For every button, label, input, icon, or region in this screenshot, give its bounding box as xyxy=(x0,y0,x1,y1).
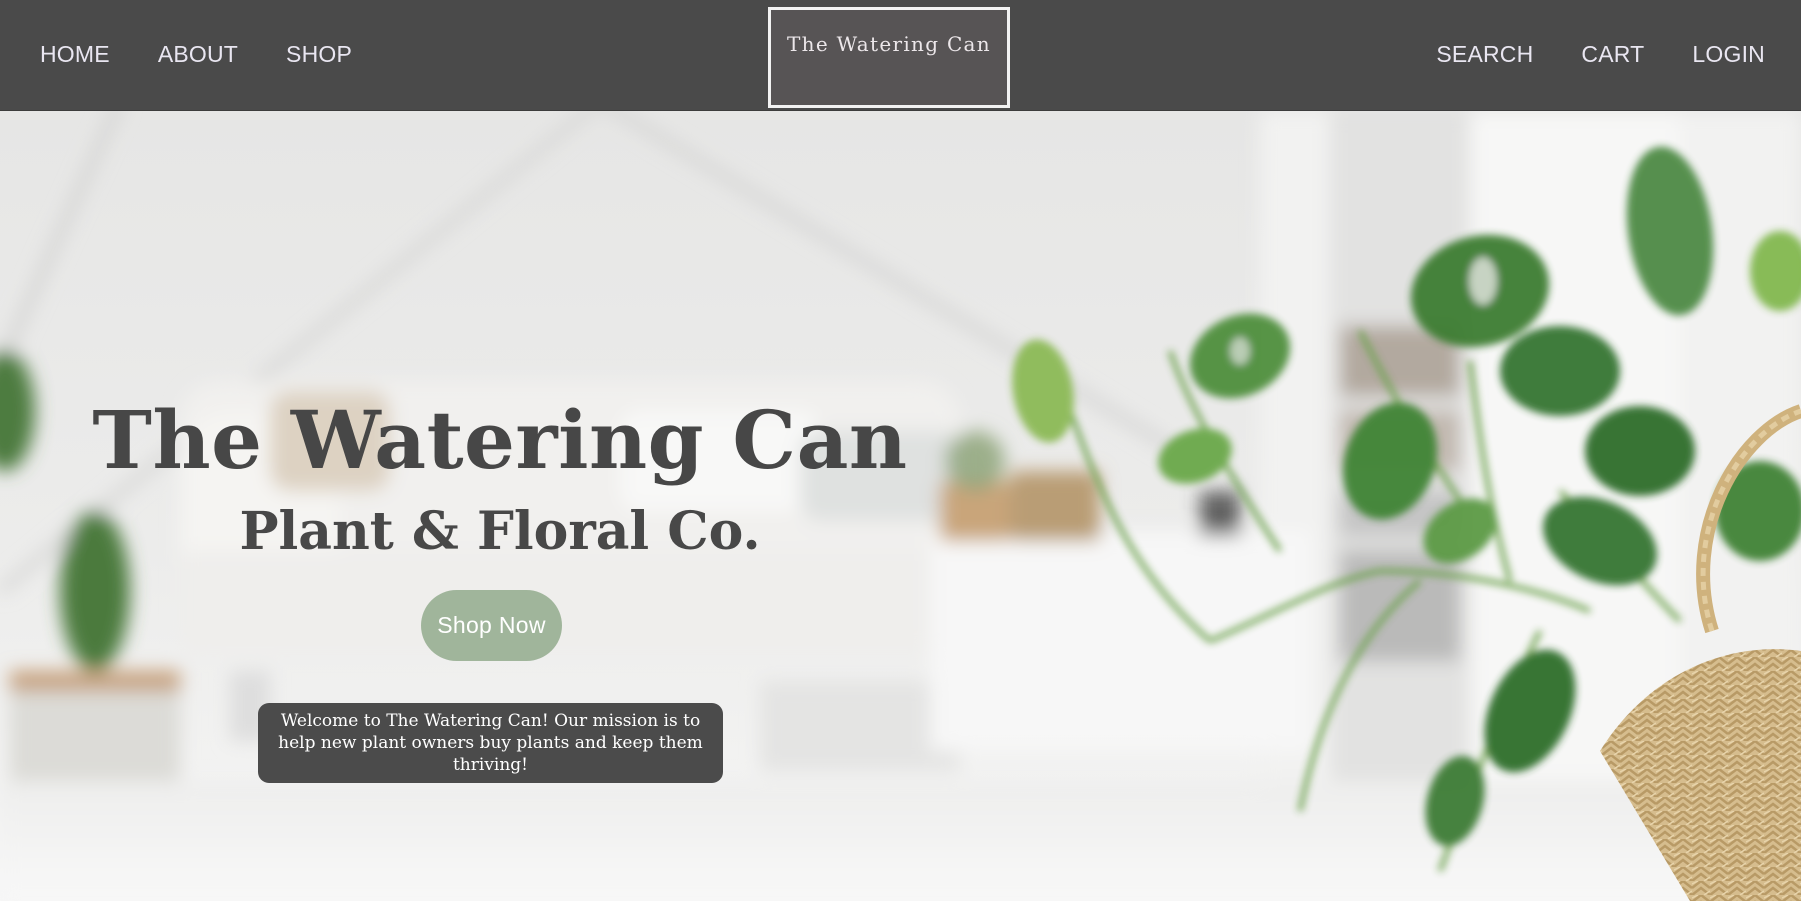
site-logo[interactable]: The Watering Can xyxy=(768,7,1010,108)
nav-login-link[interactable]: LOGIN xyxy=(1692,41,1765,68)
top-navbar: HOME ABOUT SHOP The Watering Can SEARCH … xyxy=(0,0,1801,111)
page: HOME ABOUT SHOP The Watering Can SEARCH … xyxy=(0,0,1801,901)
nav-home-link[interactable]: HOME xyxy=(40,41,110,68)
nav-left-links: HOME ABOUT SHOP xyxy=(40,0,400,108)
welcome-message: Welcome to The Watering Can! Our mission… xyxy=(258,703,723,783)
shop-now-button[interactable]: Shop Now xyxy=(421,590,562,661)
hero-section: The Watering Can Plant & Floral Co. Shop… xyxy=(0,111,1801,901)
site-logo-text: The Watering Can xyxy=(787,32,991,56)
nav-right-links: SEARCH CART LOGIN xyxy=(1388,0,1765,108)
nav-shop-link[interactable]: SHOP xyxy=(286,41,352,68)
hero-title: The Watering Can xyxy=(92,393,908,487)
nav-about-link[interactable]: ABOUT xyxy=(158,41,238,68)
nav-cart-link[interactable]: CART xyxy=(1581,41,1644,68)
nav-search-link[interactable]: SEARCH xyxy=(1436,41,1533,68)
hero-subtitle: Plant & Floral Co. xyxy=(239,501,761,562)
